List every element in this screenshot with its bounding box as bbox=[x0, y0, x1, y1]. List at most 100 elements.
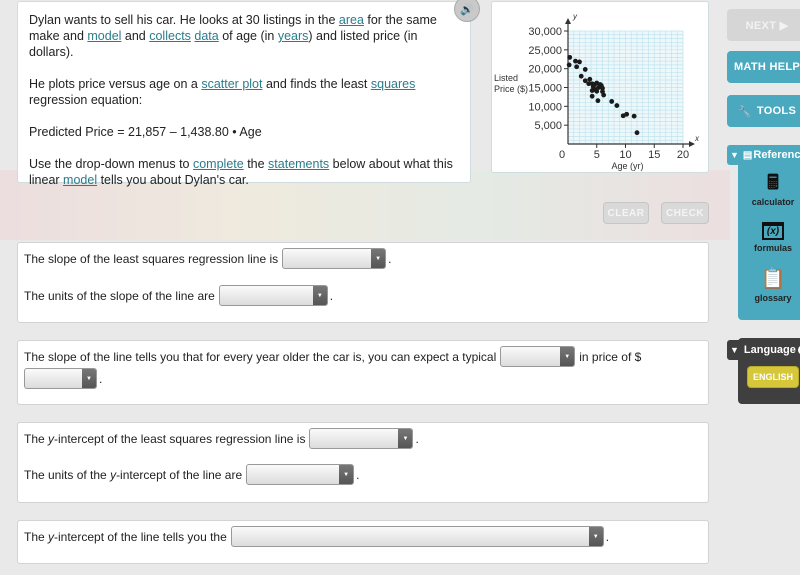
text-fragment: Dylan wants to sell his car. He looks at… bbox=[29, 13, 339, 27]
text-fragment: of age (in bbox=[218, 29, 278, 43]
data-point bbox=[582, 67, 588, 72]
slope-value-dropdown[interactable]: ▼ bbox=[282, 248, 387, 269]
data-point bbox=[609, 99, 615, 104]
x-tick-label: 20 bbox=[677, 149, 689, 161]
formulas-label: formulas bbox=[753, 243, 792, 253]
question-card-slope: The slope of the least squares regressio… bbox=[17, 242, 709, 323]
data-point bbox=[566, 62, 572, 68]
text-fragment: the bbox=[243, 157, 269, 171]
glossary-link[interactable]: squares bbox=[371, 77, 415, 91]
x-axis-letter: x bbox=[694, 134, 700, 143]
data-point bbox=[634, 130, 640, 136]
chevron-down-icon: ▼ bbox=[82, 369, 96, 388]
glossary-link[interactable]: complete bbox=[193, 157, 244, 171]
data-point bbox=[567, 54, 573, 60]
text-fragment: -intercept of the least squares regressi… bbox=[54, 431, 306, 446]
next-button[interactable]: NEXT ▶ bbox=[727, 9, 800, 41]
x-axis-label: Age (yr) bbox=[611, 161, 643, 171]
language-toggle[interactable]: ▼ Language i bbox=[727, 340, 800, 360]
text-fragment: -intercept of the line tells you the bbox=[54, 529, 227, 544]
data-point bbox=[589, 93, 595, 99]
y-tick-label: 10,000 bbox=[528, 101, 562, 113]
formulas-icon: (x) bbox=[762, 222, 784, 240]
text-fragment: and finds the least bbox=[262, 77, 371, 91]
question-text: in price of $ bbox=[579, 349, 642, 364]
data-point bbox=[594, 88, 600, 94]
chevron-down-icon: ▼ bbox=[371, 249, 386, 268]
scatter-plot: y x 5,000 10,000 15,000 20,000 25,000 30,000 0 5 1… bbox=[494, 12, 700, 171]
glossary-link[interactable]: model bbox=[63, 173, 97, 187]
question-card-slope-meaning: The slope of the line tells you that for… bbox=[17, 340, 709, 405]
calculator-icon: 🖩 bbox=[767, 172, 779, 194]
y-tick-label: 25,000 bbox=[528, 45, 562, 57]
problem-statement: Dylan wants to sell his car. He looks at… bbox=[17, 1, 471, 187]
glossary-label: glossary bbox=[754, 293, 792, 303]
math-help-button[interactable]: MATH HELP bbox=[727, 51, 800, 83]
glossary-link[interactable]: data bbox=[194, 29, 218, 43]
price-change-amount-dropdown[interactable]: ▼ bbox=[24, 368, 97, 389]
x-tick-label: 0 bbox=[559, 149, 565, 161]
punctuation: . bbox=[99, 371, 103, 386]
reference-label: Reference bbox=[753, 149, 800, 161]
problem-paragraph: He plots price versus age on a scatter p… bbox=[29, 76, 460, 108]
glossary-button[interactable]: 📋 glossary bbox=[738, 268, 800, 303]
y-axis-arrow bbox=[565, 18, 571, 24]
check-button[interactable]: CHECK bbox=[661, 202, 709, 224]
text-fragment: The bbox=[24, 431, 49, 446]
english-button[interactable]: ENGLISH bbox=[747, 366, 799, 388]
scatter-plot-card: y x 5,000 10,000 15,000 20,000 25,000 30,000 0 5 1… bbox=[491, 1, 709, 173]
text-fragment: -intercept of the line are bbox=[116, 467, 243, 482]
problem-paragraph: Use the drop-down menus to complete the … bbox=[29, 156, 460, 188]
question-card-intercept-meaning: The y-intercept of the line tells you th… bbox=[17, 520, 709, 564]
question-text: The slope of the line tells you that for… bbox=[24, 349, 497, 364]
question-text: The units of the slope of the line are bbox=[24, 288, 215, 303]
data-point bbox=[578, 73, 584, 79]
triangle-down-icon: ▼ bbox=[730, 150, 739, 160]
slope-units-dropdown[interactable]: ▼ bbox=[218, 285, 328, 306]
chevron-down-icon: ▼ bbox=[398, 429, 413, 448]
data-point bbox=[614, 103, 620, 108]
question-card-intercept: The y-intercept of the least squares reg… bbox=[17, 422, 709, 503]
y-axis-letter: y bbox=[572, 12, 578, 21]
glossary-link[interactable]: collects bbox=[149, 29, 191, 43]
data-point bbox=[601, 92, 607, 98]
x-tick-label: 10 bbox=[619, 149, 631, 161]
intercept-value-dropdown[interactable]: ▼ bbox=[309, 428, 414, 449]
change-direction-dropdown[interactable]: ▼ bbox=[500, 346, 576, 367]
y-tick-label: 5,000 bbox=[534, 120, 562, 132]
tools-label: TOOLS bbox=[756, 105, 797, 117]
y-tick-label: 30,000 bbox=[528, 26, 562, 38]
data-point bbox=[577, 59, 582, 65]
calculator-button[interactable]: 🖩 calculator bbox=[738, 172, 800, 207]
tools-button[interactable]: 🔧 TOOLS bbox=[727, 95, 800, 127]
y-axis-label-line2: Price ($) bbox=[494, 84, 528, 94]
problem-paragraph: Predicted Price = 21,857 – 1,438.80 • Ag… bbox=[29, 124, 460, 140]
glossary-link[interactable]: years bbox=[278, 29, 309, 43]
intercept-units-dropdown[interactable]: ▼ bbox=[246, 464, 355, 485]
glossary-link[interactable]: statements bbox=[268, 157, 329, 171]
punctuation: . bbox=[356, 467, 360, 482]
text-fragment: He plots price versus age on a bbox=[29, 77, 202, 91]
question-text: The units of the y-intercept of the line… bbox=[24, 468, 242, 482]
text-fragment: tells you about Dylan's car. bbox=[97, 173, 249, 187]
chevron-down-icon: ▼ bbox=[312, 286, 327, 305]
clear-button[interactable]: CLEAR bbox=[603, 202, 649, 224]
data-point bbox=[631, 113, 637, 119]
problem-paragraph: Dylan wants to sell his car. He looks at… bbox=[29, 12, 460, 60]
text-fragment: The units of the bbox=[24, 467, 111, 482]
chevron-down-icon: ▼ bbox=[560, 347, 575, 366]
glossary-link[interactable]: model bbox=[87, 29, 121, 43]
formulas-button[interactable]: (x) formulas bbox=[738, 222, 800, 253]
punctuation: . bbox=[605, 529, 610, 544]
calculator-label: calculator bbox=[751, 197, 795, 207]
chevron-down-icon: ▼ bbox=[588, 527, 603, 546]
audio-button[interactable]: 🔊 bbox=[454, 0, 480, 22]
punctuation: . bbox=[415, 431, 419, 446]
glossary-link[interactable]: area bbox=[339, 13, 364, 27]
glossary-link[interactable]: scatter plot bbox=[201, 77, 262, 91]
data-point bbox=[589, 88, 595, 93]
reference-toggle[interactable]: ▼ ▤ Reference bbox=[727, 145, 800, 165]
y-tick-label: 15,000 bbox=[528, 83, 562, 95]
text-fragment: Use the drop-down menus to bbox=[29, 157, 193, 171]
intercept-meaning-dropdown[interactable]: ▼ bbox=[230, 526, 604, 547]
